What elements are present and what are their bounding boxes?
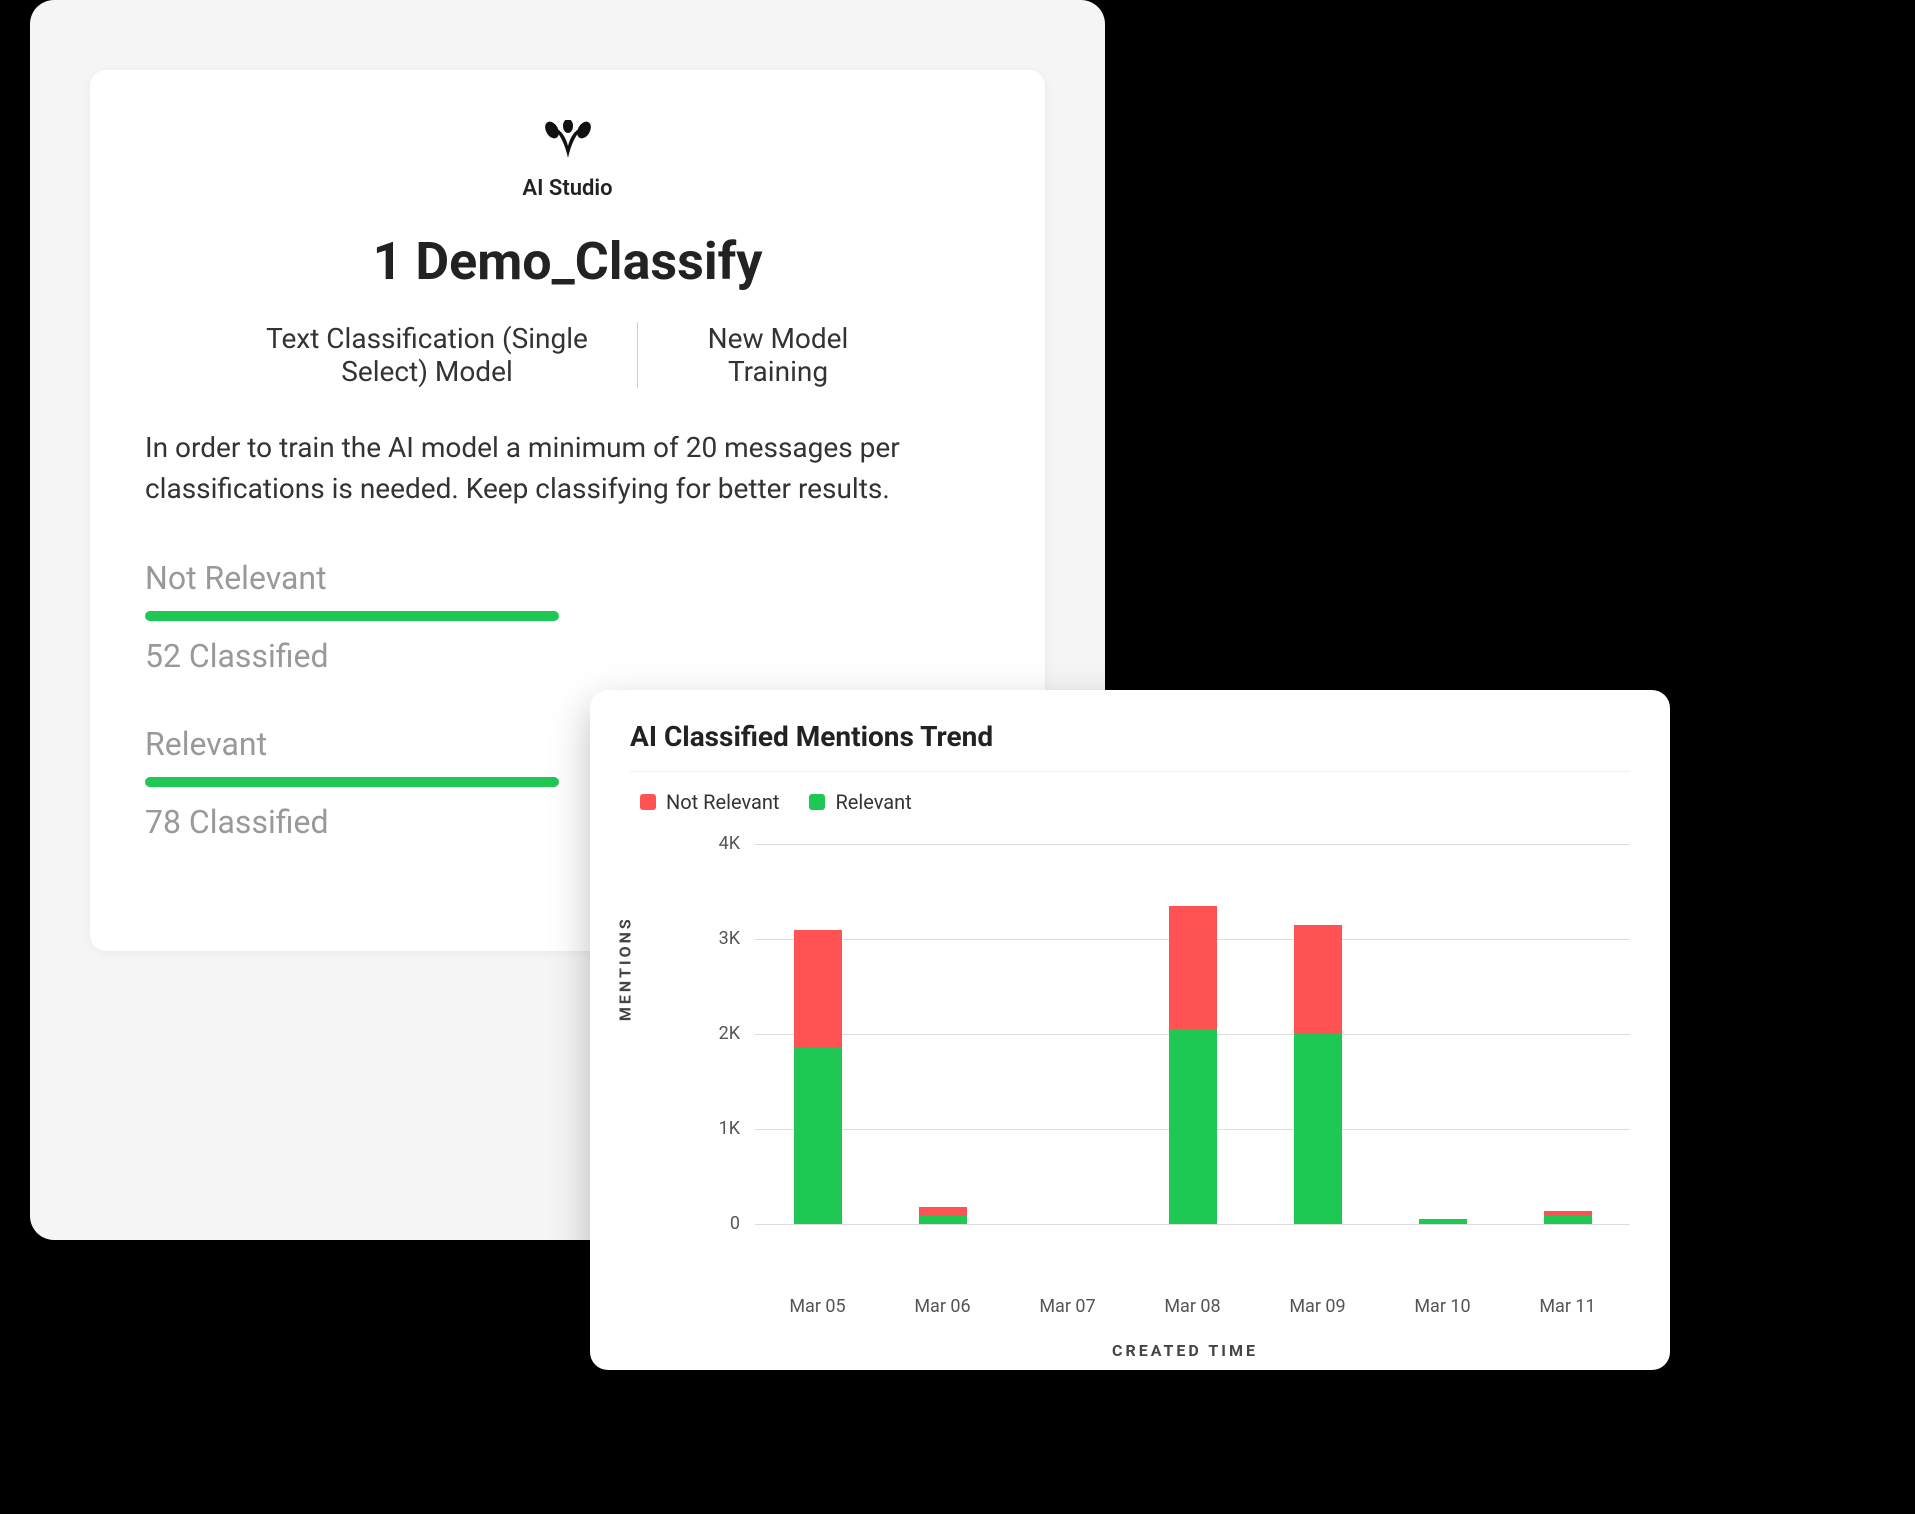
x-tick: Mar 07 [1005, 1284, 1130, 1317]
model-title: 1 Demo_Classify [145, 231, 990, 292]
bar-slot [880, 844, 1005, 1224]
mentions-trend-chart-card: AI Classified Mentions Trend Not Relevan… [590, 690, 1670, 1370]
stacked-bar [794, 844, 842, 1224]
x-axis-label: CREATED TIME [740, 1341, 1630, 1360]
bar-segment-relevant [1419, 1219, 1467, 1224]
plot-region [755, 844, 1630, 1224]
bar-segment-relevant [794, 1048, 842, 1224]
subtitle-row: Text Classification (Single Select) Mode… [145, 322, 990, 388]
progress-bar [145, 611, 559, 621]
model-status-label: New Model Training [638, 322, 918, 388]
stacked-bar [1169, 844, 1217, 1224]
legend-label: Not Relevant [666, 790, 779, 814]
y-axis-label: MENTIONS [616, 916, 635, 1021]
progress-bar [145, 777, 559, 787]
bar-slot [1255, 844, 1380, 1224]
bars-row [755, 844, 1630, 1224]
bar-segment-not-relevant [794, 930, 842, 1049]
logo-block: AI Studio [145, 120, 990, 201]
bar-slot [1130, 844, 1255, 1224]
class-progress-not-relevant: Not Relevant 52 Classified [145, 559, 990, 675]
bar-segment-relevant [919, 1215, 967, 1225]
y-axis-ticks: 4K 3K 2K 1K 0 [630, 844, 740, 1224]
bar-segment-relevant [1169, 1029, 1217, 1224]
chart-plot-area: MENTIONS 4K 3K 2K 1K 0 [630, 844, 1630, 1284]
x-tick: Mar 10 [1380, 1284, 1505, 1317]
class-label: Not Relevant [145, 559, 990, 597]
bar-segment-not-relevant [1294, 925, 1342, 1034]
bar-slot [1505, 844, 1630, 1224]
bar-segment-relevant [1294, 1034, 1342, 1224]
x-tick: Mar 06 [880, 1284, 1005, 1317]
class-count: 52 Classified [145, 637, 990, 675]
legend-item-relevant: Relevant [809, 790, 911, 814]
bar-segment-not-relevant [919, 1207, 967, 1215]
model-type-label: Text Classification (Single Select) Mode… [217, 322, 637, 388]
x-tick: Mar 09 [1255, 1284, 1380, 1317]
chart-title: AI Classified Mentions Trend [630, 720, 1630, 772]
training-instruction-text: In order to train the AI model a minimum… [145, 428, 990, 509]
bar-segment-not-relevant [1169, 906, 1217, 1030]
bar-slot [755, 844, 880, 1224]
x-tick: Mar 08 [1130, 1284, 1255, 1317]
x-tick: Mar 05 [755, 1284, 880, 1317]
bar-slot [1380, 844, 1505, 1224]
stacked-bar [1419, 844, 1467, 1224]
logo-label: AI Studio [145, 176, 990, 201]
x-axis-ticks: Mar 05Mar 06Mar 07Mar 08Mar 09Mar 10Mar … [755, 1284, 1630, 1317]
legend-swatch-icon [640, 794, 656, 810]
legend-item-not-relevant: Not Relevant [640, 790, 779, 814]
stacked-bar [1294, 844, 1342, 1224]
bar-slot [1005, 844, 1130, 1224]
x-tick: Mar 11 [1505, 1284, 1630, 1317]
legend-swatch-icon [809, 794, 825, 810]
stacked-bar [919, 844, 967, 1224]
stacked-bar [1044, 844, 1092, 1224]
stacked-bar [1544, 844, 1592, 1224]
bar-segment-relevant [1544, 1216, 1592, 1224]
grid-line [755, 1224, 1630, 1225]
chart-legend: Not Relevant Relevant [630, 790, 1630, 814]
sprinklr-logo-icon [538, 120, 598, 164]
legend-label: Relevant [835, 790, 911, 814]
